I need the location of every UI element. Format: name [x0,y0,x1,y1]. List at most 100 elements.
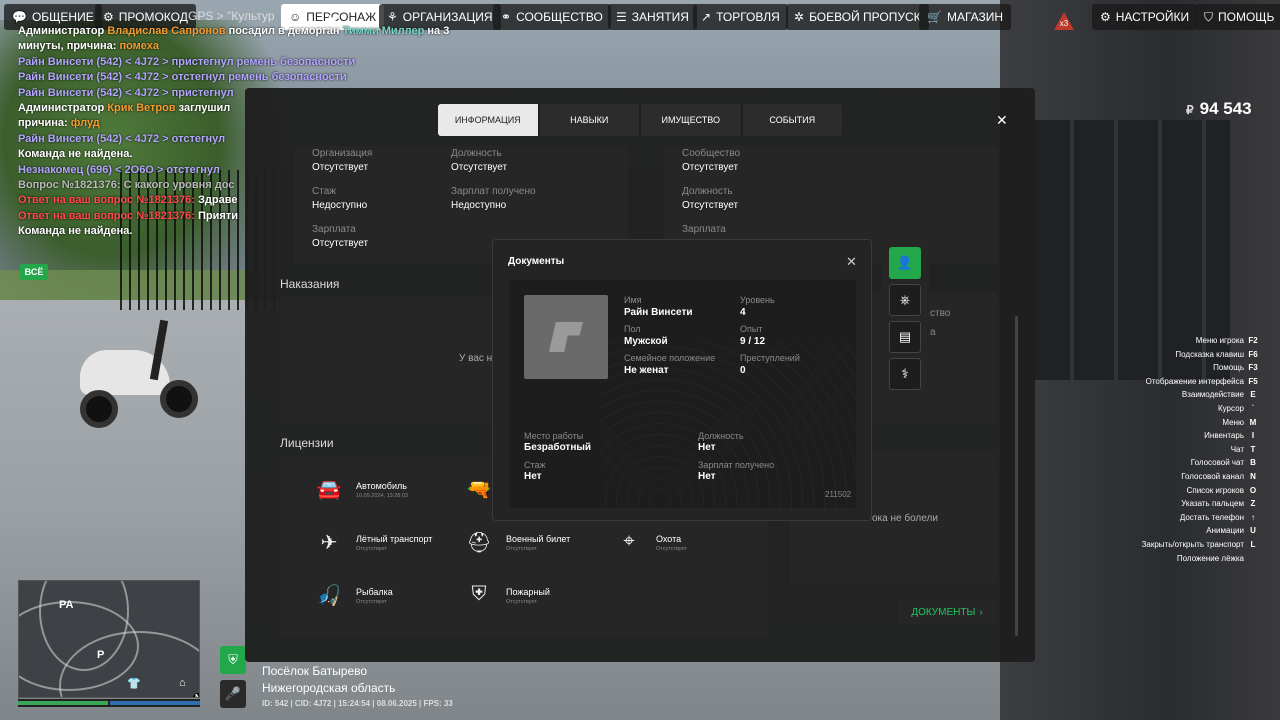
doc-position-label: Должность [698,431,744,441]
doc-exp-value: 9 / 12 [740,336,766,347]
doc-number: 211502 [825,490,852,499]
chat-text: заглушил [175,102,231,115]
scooter-wheel [80,390,118,428]
community-position-value: Отсутствует [682,200,739,211]
key-hint: Достать телефон ↑ [1038,511,1258,525]
menu-community-button[interactable]: ⚭ СООБЩЕСТВО [493,4,611,30]
menu-label: ЗАНЯТИЯ [631,10,689,24]
character-tabs: ИНФОРМАЦИЯ НАВЫКИ ИМУЩЕСТВО СОБЫТИЯ [438,104,842,136]
list-icon: ☰ [616,10,627,24]
key-hint: Анимации U [1038,524,1258,538]
doc-position-value: Нет [698,442,716,453]
menu-settings-button[interactable]: ⚙ НАСТРОЙКИ [1092,4,1198,30]
org-tenure-value: Недоступно [312,200,368,211]
key-hint-key: F5 [1248,376,1258,386]
menu-trade-button[interactable]: ↗ ТОРГОВЛЯ [693,4,788,30]
org-position-value: Отсутствует [451,162,508,173]
menu-label: ОРГАНИЗАЦИЯ [402,10,493,24]
license-status: Отсутствует [506,546,537,552]
money-display: ₽ 94 543 [1186,99,1252,119]
punishments-text: У вас н [459,353,493,364]
tab-skills[interactable]: НАВЫКИ [540,104,641,136]
chat-message: минуты, причина: помеха [18,39,498,54]
chat-text: Команда не найдена. [18,148,133,161]
key-hint: Подсказка клавиш F6 [1038,348,1258,362]
license-car[interactable]: 🚘 Автомобиль 10.09.2024, 13:28:03 [302,467,446,513]
battlepass-icon: ✲ [794,10,805,24]
chat-all-button[interactable]: ВСЁ [20,264,48,280]
license-name: Рыбалка [356,587,393,597]
chevron-right-icon: › [979,606,983,618]
menu-label: СООБЩЕСТВО [516,10,603,24]
chat-text: причина: [18,117,71,130]
doc-crimes-label: Преступлений [740,353,800,363]
location-village: Посёлок Батырево [262,664,368,678]
menu-label: ПОМОЩЬ [1218,10,1275,24]
license-air[interactable]: ✈ Лётный транспорт Отсутствует [302,520,446,566]
menu-battlepass-button[interactable]: ✲ БОЕВОЙ ПРОПУСК [786,4,929,30]
menu-label: БОЕВОЙ ПРОПУСК [809,10,921,24]
key-hint-key: B [1250,458,1256,468]
medical-tab-button[interactable]: ⚕ [889,358,921,390]
help-icon: ⛉ [1204,10,1214,24]
menu-label: ТОРГОВЛЯ [716,10,780,24]
key-hint: Голосовой канал N [1038,470,1258,484]
chat-message: Райн Винсети (542) < 4J72 > отстегнул ре… [18,70,498,85]
documents-close-button[interactable]: ✕ [846,254,857,270]
key-hint-label: Меню игрока [1195,336,1244,345]
license-status: Отсутствует [506,599,537,605]
passport-tab-button[interactable]: 👤 [889,247,921,279]
menu-label: ПРОМОКОД [118,10,188,24]
health-armor-bar [18,699,200,707]
key-hint-label: Взаимодействие [1181,390,1244,400]
doc-family-label: Семейное положение [624,353,716,363]
key-hint-key: I [1251,431,1255,441]
doc-level-value: 4 [740,307,746,318]
key-hint-label: Отображение интерфейса [1145,376,1244,386]
key-hint-key: E [1250,390,1256,400]
panel-scrollbar[interactable] [1015,316,1018,636]
menu-help-button[interactable]: ⛉ ПОМОЩЬ [1196,4,1280,30]
license-fishing[interactable]: 🎣 Рыбалка Отсутствует [302,573,446,619]
license-hunting[interactable]: ⌖ Охота Отсутствует [602,520,746,566]
tab-information[interactable]: ИНФОРМАЦИЯ [438,104,540,136]
chat-icon: 💬 [12,10,27,24]
chat-message: Райн Винсети (542) < 4J72 > пристегнул р… [18,55,498,70]
fire-icon: ⛨ [471,583,487,605]
key-hint: Положение лёжка [1038,552,1258,566]
org-salary-got-label: Зарплат получено [451,186,536,197]
panel-close-button[interactable]: ✕ [996,112,1008,129]
chat-text: Райн Винсети (542) < 4J72 > отстегнул ре… [18,71,347,84]
avatar [524,295,608,379]
menu-label: НАСТРОЙКИ [1115,10,1190,24]
documents-button[interactable]: ДОКУМЕНТЫ › [898,600,996,624]
player-info: ID: 542 | CID: 4J72 | 15:24:54 | 08.06.2… [262,699,453,708]
license-firefighter[interactable]: ⛨ Пожарный Отсутствует [452,573,596,619]
license-name: Охота [656,534,682,544]
tab-property[interactable]: ИМУЩЕСТВО [641,104,743,136]
right-card-text: ство [930,308,951,319]
chat-text: Ответ на ваш вопрос №1821376: [18,209,199,222]
key-hint-label: Голосовой чат [1190,458,1244,468]
tab-events[interactable]: СОБЫТИЯ [743,104,843,136]
key-hint-label: Закрыть/открыть транспорт [1141,539,1244,549]
menu-shop-button[interactable]: 🛒 МАГАЗИН [919,4,1012,30]
armor-bar [110,701,200,705]
menu-label: МАГАЗИН [946,10,1004,24]
chat-text: Владислав Сапронов [107,25,226,37]
illness-text: ока не болели [872,513,938,524]
driver-license-tab-button[interactable]: ⎈ [889,284,921,316]
key-hint-key: F2 [1248,336,1258,345]
license-military[interactable]: ⛑ Военный билет Отсутствует [452,520,596,566]
key-hint-key: F6 [1248,349,1258,359]
menu-activities-button[interactable]: ☰ ЗАНЯТИЯ [608,4,697,30]
documents-button-label: ДОКУМЕНТЫ [911,606,976,618]
license-status: Отсутствует [656,546,687,552]
key-hint-label: Положение лёжка [1176,553,1244,563]
doc-exp-label: Опыт [740,324,763,334]
certificate-tab-button[interactable]: ▤ [889,321,921,353]
chat-text: на 3 [424,25,450,37]
chat-text: помеха [119,40,160,53]
chat-text: минуты, причина: [18,40,120,53]
chat-text: Крик Ветров [107,102,176,115]
